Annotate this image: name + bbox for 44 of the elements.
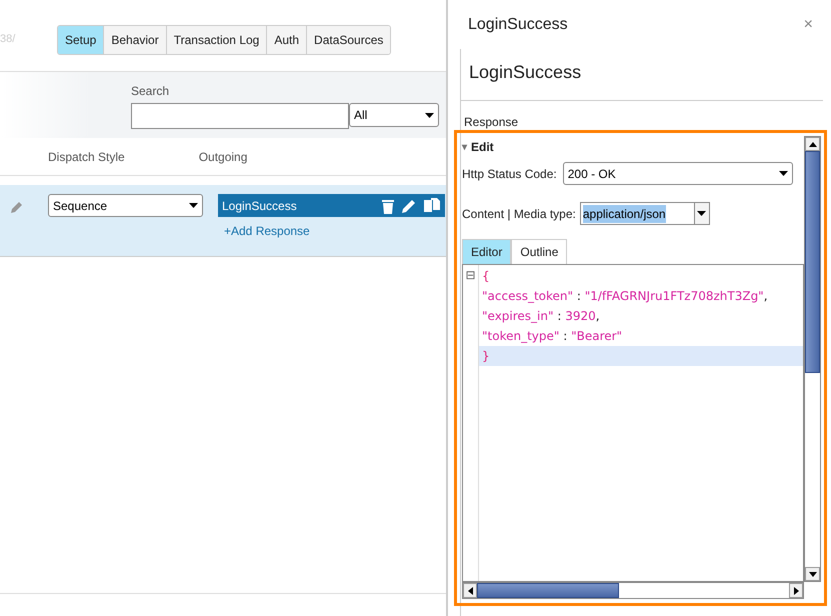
outgoing-response-bar[interactable]: LoginSuccess: [218, 194, 445, 217]
section-title: Edit: [471, 139, 494, 156]
dispatch-dropdown[interactable]: Sequence: [48, 194, 203, 217]
section-label: Response: [464, 114, 518, 131]
status-code-dropdown[interactable]: 200 - OK: [562, 162, 793, 185]
field-label: Http Status Code:: [462, 166, 557, 182]
panel-title: LoginSuccess: [468, 15, 568, 35]
search-field[interactable]: [131, 103, 349, 129]
vertical-scrollbar[interactable]: [804, 136, 821, 582]
tab[interactable]: Outline: [511, 239, 568, 264]
column-header: Outgoing: [198, 148, 248, 166]
search-label: Search: [131, 83, 170, 100]
fold-toggle[interactable]: ⊟: [465, 268, 476, 282]
column-header: Dispatch Style: [48, 148, 125, 166]
tab[interactable]: Behavior: [104, 26, 167, 54]
code-line: {: [481, 268, 491, 285]
pencil-icon[interactable]: [401, 198, 417, 214]
caret-icon: [697, 211, 706, 216]
code-line: "expires_in" : 3920,: [481, 308, 601, 325]
response-heading: LoginSuccess: [468, 61, 582, 84]
tab[interactable]: Transaction Log: [166, 26, 268, 54]
trash-icon[interactable]: [381, 198, 395, 214]
horizontal-scrollbar[interactable]: [462, 582, 804, 599]
code-line: "access_token" : "1/fFAGRNJru1FTz708zhT3Zg",: [481, 288, 769, 305]
tab[interactable]: Editor: [462, 239, 512, 264]
add-response-link[interactable]: +Add Response: [224, 222, 310, 240]
filter-dropdown[interactable]: All: [349, 103, 439, 127]
left-arrow-icon[interactable]: [468, 586, 472, 594]
caret-icon: [425, 112, 434, 118]
tab[interactable]: Auth: [267, 26, 308, 54]
down-arrow-icon[interactable]: [808, 572, 816, 576]
close-button[interactable]: ×: [798, 12, 819, 38]
tab[interactable]: DataSources: [307, 26, 390, 54]
caret-icon: [778, 171, 788, 176]
code-line: "token_type" : "Bearer": [481, 328, 624, 345]
caret-icon: [189, 203, 198, 208]
right-arrow-icon[interactable]: [794, 586, 798, 594]
tab[interactable]: Setup: [58, 26, 104, 54]
expand-toggle[interactable]: ▾: [462, 140, 467, 154]
copy-icon[interactable]: [423, 197, 441, 214]
media-type-dropdown[interactable]: application/json: [580, 202, 710, 225]
up-arrow-icon[interactable]: [808, 142, 816, 146]
field-label: Content | Media type:: [462, 206, 576, 222]
table-row[interactable]: Sequence LoginSuccess +Add Response: [0, 185, 446, 257]
